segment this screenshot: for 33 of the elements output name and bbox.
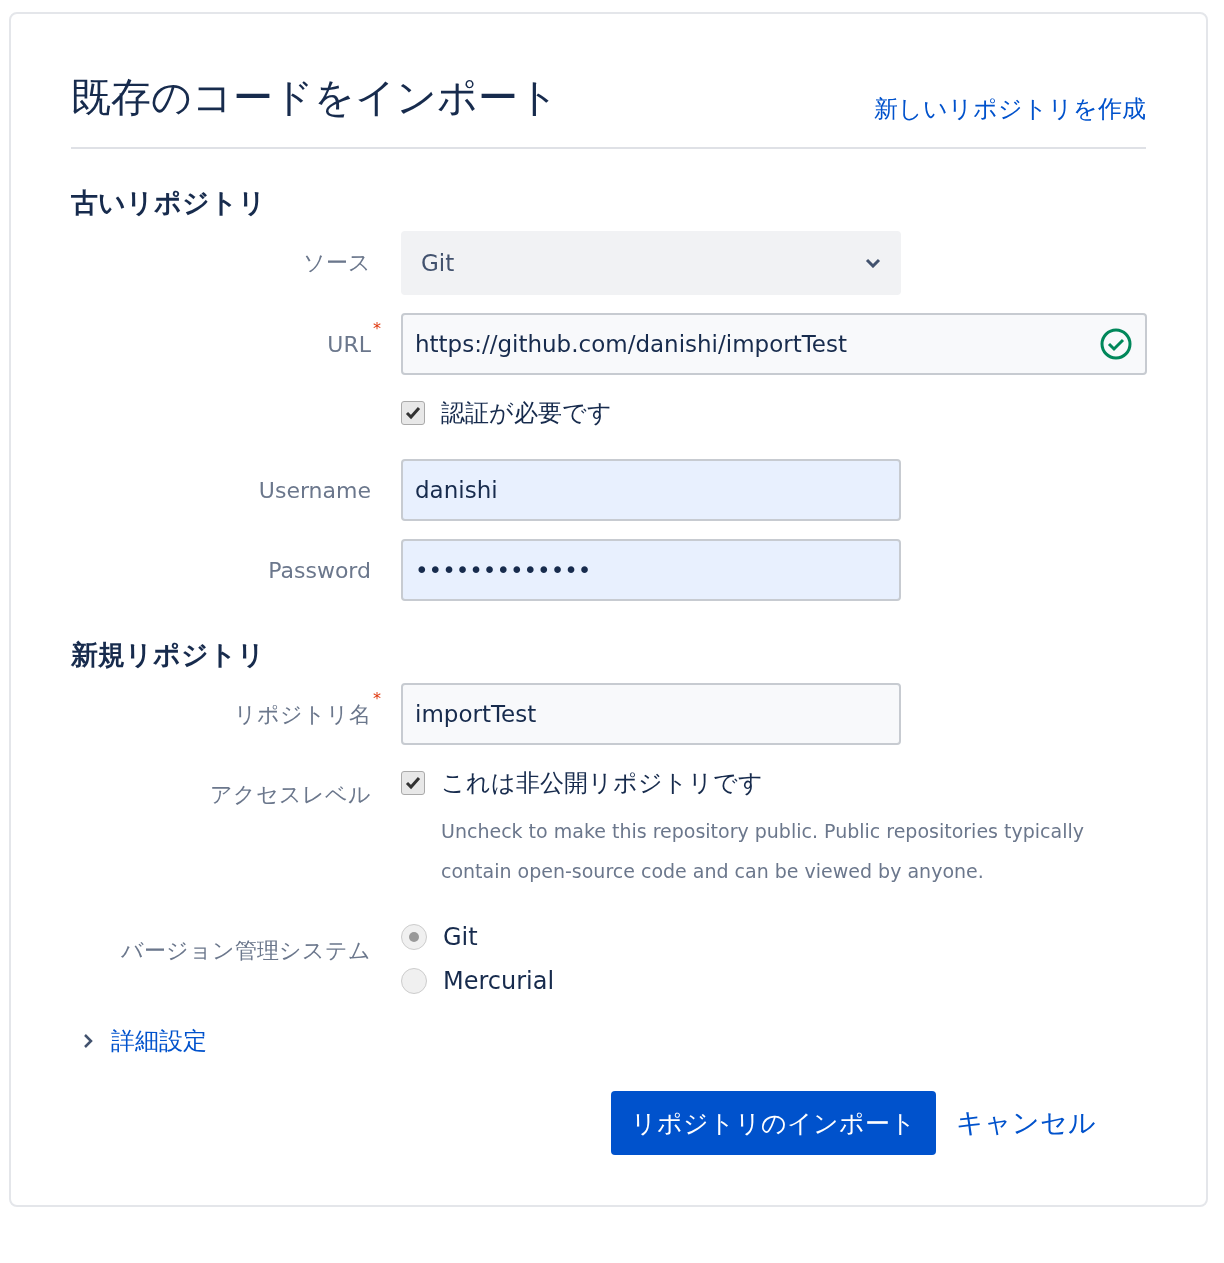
field-label: Password: [268, 557, 371, 585]
check-circle-icon: [1099, 327, 1133, 361]
check-icon: [405, 776, 421, 790]
cancel-link[interactable]: キャンセル: [956, 1105, 1096, 1141]
advanced-settings-link[interactable]: 詳細設定: [111, 1025, 207, 1057]
section-heading: 新規リポジトリ: [71, 638, 266, 672]
field-label: Username: [258, 477, 371, 505]
import-button[interactable]: リポジトリのインポート: [611, 1091, 936, 1155]
section-heading: 古いリポジトリ: [71, 186, 267, 220]
input-field[interactable]: •••••••••••••: [401, 539, 901, 601]
radio-label: Git: [443, 923, 478, 951]
help-text: Uncheck to make this repository public. Public repositories typically contain open-source code and can be viewed by anyone.: [441, 819, 1085, 884]
field-label: バージョン管理システム: [121, 937, 371, 965]
check-icon: [405, 406, 421, 420]
radio-button[interactable]: [401, 968, 427, 994]
radio-label: Mercurial: [443, 967, 555, 995]
source-select[interactable]: Git: [401, 231, 901, 295]
checkbox-label: 認証が必要です: [441, 398, 612, 429]
checkbox-label: これは非公開リポジトリです: [441, 768, 763, 799]
checkbox[interactable]: [401, 401, 425, 425]
checkbox[interactable]: [401, 771, 425, 795]
page-title: 既存のコードをインポート: [71, 73, 559, 122]
required-mark: *: [373, 691, 381, 707]
input-field[interactable]: https://github.com/danishi/importTest: [401, 313, 1147, 375]
create-repository-link[interactable]: 新しいリポジトリを作成: [874, 93, 1146, 125]
chevron-down-icon: [865, 258, 881, 268]
required-mark: *: [373, 321, 381, 337]
input-field[interactable]: danishi: [401, 459, 901, 521]
input-field[interactable]: importTest: [401, 683, 901, 745]
chevron-right-icon[interactable]: [83, 1033, 93, 1049]
field-label: アクセスレベル: [210, 781, 371, 809]
field-label: ソース: [303, 249, 371, 277]
radio-button[interactable]: [401, 924, 427, 950]
